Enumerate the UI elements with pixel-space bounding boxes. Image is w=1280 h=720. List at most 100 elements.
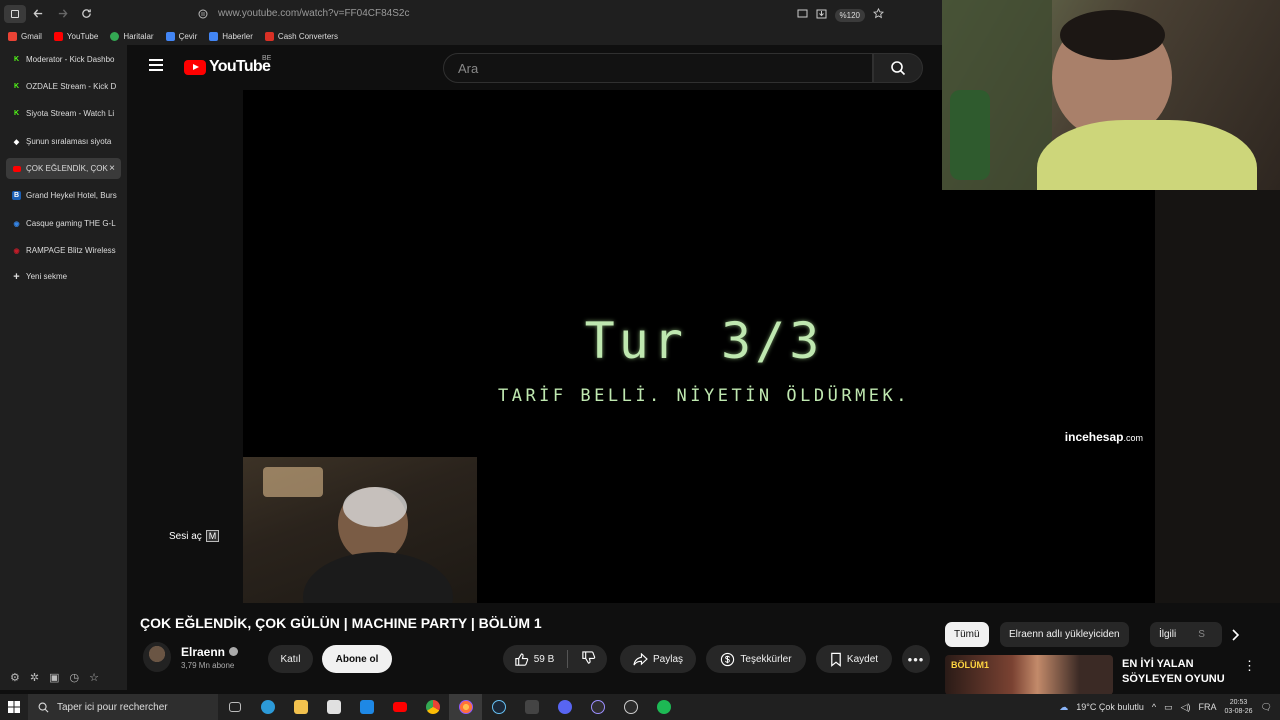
verified-icon <box>229 647 239 656</box>
join-button[interactable]: Katıl <box>268 645 313 673</box>
youtube-icon <box>12 164 21 173</box>
bookmark-icon <box>831 652 841 667</box>
more-vertical-icon[interactable]: ⋮ <box>1243 658 1256 674</box>
share-button[interactable]: Paylaş <box>620 645 696 673</box>
back-button[interactable] <box>26 0 50 27</box>
taskbar-search[interactable]: Taper ici pour rechercher <box>28 694 218 720</box>
subscriber-count: 3,79 Mn abone <box>181 660 235 670</box>
search-icon <box>891 61 906 76</box>
weather-icon[interactable]: ☁ <box>1059 702 1068 713</box>
url-text: www.youtube.com/watch?v=FF04CF84S2c <box>218 8 410 19</box>
youtube-music-icon[interactable] <box>383 694 416 720</box>
install-icon[interactable] <box>816 6 827 24</box>
volume-icon[interactable]: ◁) <box>1181 702 1191 713</box>
dislike-button[interactable] <box>581 650 596 668</box>
bookmark-news[interactable]: Haberler <box>209 31 253 41</box>
overlay-title: Tur 3/3 <box>584 312 824 370</box>
tab-item[interactable]: K Moderator - Kick Dashbo <box>6 49 121 70</box>
settings-icon[interactable]: ⚙ <box>10 671 20 684</box>
filter-chip-related[interactable]: İlgili S <box>1150 622 1222 647</box>
language-indicator[interactable]: FRA <box>1199 702 1217 712</box>
bookmark-cash-converters[interactable]: Cash Converters <box>264 31 338 41</box>
chevron-right-icon[interactable] <box>1230 628 1240 644</box>
tab-item[interactable]: K OZDALE Stream - Kick D <box>6 76 121 97</box>
vertical-tab-strip: K Moderator - Kick Dashbo K OZDALE Stream … <box>0 45 127 690</box>
task-view-icon[interactable] <box>218 694 251 720</box>
history-icon[interactable]: ◷ <box>70 671 80 684</box>
youtube-logo[interactable]: YouTube <box>184 58 271 76</box>
store-icon[interactable] <box>317 694 350 720</box>
chrome-icon[interactable] <box>416 694 449 720</box>
streamer-webcam-inset <box>243 457 477 603</box>
sponsor-logo: incehesap.com <box>1064 430 1143 444</box>
notifications-icon[interactable]: 🗨 <box>1261 702 1272 713</box>
search-button[interactable] <box>873 53 923 83</box>
firefox-icon[interactable] <box>449 694 482 720</box>
mail-icon[interactable] <box>350 694 383 720</box>
forward-button[interactable] <box>50 0 74 27</box>
bookmark-translate[interactable]: Çevir <box>165 31 197 41</box>
tab-item[interactable]: ◉ RAMPAGE Blitz Wireless <box>6 240 121 261</box>
network-icon[interactable]: ▭ <box>1164 702 1173 713</box>
booking-icon: B <box>12 191 21 200</box>
bookmark-star-icon[interactable] <box>872 6 885 24</box>
sidebar-toggle-button[interactable] <box>4 4 26 23</box>
tab-item[interactable]: ◆ Şunun sıralaması siyota <box>6 131 121 152</box>
tab-groups-icon[interactable]: ▣ <box>49 671 59 684</box>
search-input[interactable] <box>444 54 872 82</box>
bookmark-maps[interactable]: Haritalar <box>110 31 154 41</box>
site-info-icon[interactable] <box>196 7 210 21</box>
edge-icon[interactable] <box>251 694 284 720</box>
bookmarks-bar: Gmail YouTube Haritalar Çevir Haberler C… <box>0 27 942 45</box>
avatar[interactable] <box>143 642 171 672</box>
ambient-glow <box>1155 190 1280 603</box>
filter-chip-all[interactable]: Tümü <box>945 622 989 647</box>
xbox-icon[interactable] <box>614 694 647 720</box>
spotify-icon[interactable] <box>647 694 680 720</box>
gmail-icon <box>8 31 17 41</box>
shop-icon: ◉ <box>13 247 20 255</box>
cast-icon[interactable] <box>797 6 808 24</box>
more-horizontal-icon: ••• <box>907 651 925 667</box>
filter-chip-uploader[interactable]: Elraenn adlı yükleyiciden <box>1000 622 1129 647</box>
cash-converters-icon <box>264 31 274 41</box>
tab-item[interactable]: B Grand Heykel Hotel, Burs <box>6 185 121 206</box>
more-actions-button[interactable]: ••• <box>902 645 930 673</box>
tray-expand-icon[interactable]: ^ <box>1152 702 1156 712</box>
start-button[interactable] <box>0 694 28 720</box>
super-thanks-icon <box>721 652 735 666</box>
subscribe-button[interactable]: Abone ol <box>322 645 392 673</box>
tab-item[interactable]: K Siyota Stream - Watch Li <box>6 103 121 124</box>
explorer-icon[interactable] <box>284 694 317 720</box>
favorites-icon[interactable]: ☆ <box>89 671 99 684</box>
address-bar[interactable]: www.youtube.com/watch?v=FF04CF84S2c <box>190 4 895 23</box>
recommended-thumbnail[interactable]: BÖLÜM1 <box>945 655 1113 695</box>
weather-text[interactable]: 19°C Çok bulutlu <box>1076 702 1144 712</box>
unmute-button[interactable]: Sesi aç M <box>165 527 223 545</box>
tab-item-active[interactable]: ÇOK EĞLENDİK, ÇOK × <box>6 158 121 179</box>
reload-button[interactable] <box>74 0 98 27</box>
thumbs-down-icon <box>582 651 596 664</box>
new-tab-button[interactable]: + Yeni sekme <box>6 266 121 287</box>
thanks-button[interactable]: Teşekkürler <box>706 645 806 673</box>
discord-icon[interactable] <box>548 694 581 720</box>
channel-name[interactable]: Elraenn <box>181 645 239 659</box>
kick-icon: K <box>13 110 20 117</box>
epic-icon[interactable] <box>515 694 548 720</box>
search-box[interactable] <box>443 53 873 83</box>
back-icon <box>32 9 42 18</box>
zoom-badge[interactable]: %120 <box>834 8 865 22</box>
share-icon <box>633 652 648 665</box>
extensions-icon[interactable]: ✲ <box>30 671 39 684</box>
plus-icon: + <box>13 270 20 283</box>
bookmark-youtube[interactable]: YouTube <box>53 31 98 41</box>
obs-icon[interactable] <box>581 694 614 720</box>
close-tab-icon[interactable]: × <box>109 163 115 174</box>
like-button[interactable]: 59 B <box>514 652 554 667</box>
menu-icon[interactable] <box>149 59 163 71</box>
clock[interactable]: 20:53 03-08-26 <box>1225 698 1253 716</box>
steam-icon[interactable] <box>482 694 515 720</box>
save-button[interactable]: Kaydet <box>816 645 892 673</box>
tab-item[interactable]: ◉ Casque gaming THE G-L <box>6 213 121 234</box>
bookmark-gmail[interactable]: Gmail <box>8 31 42 41</box>
